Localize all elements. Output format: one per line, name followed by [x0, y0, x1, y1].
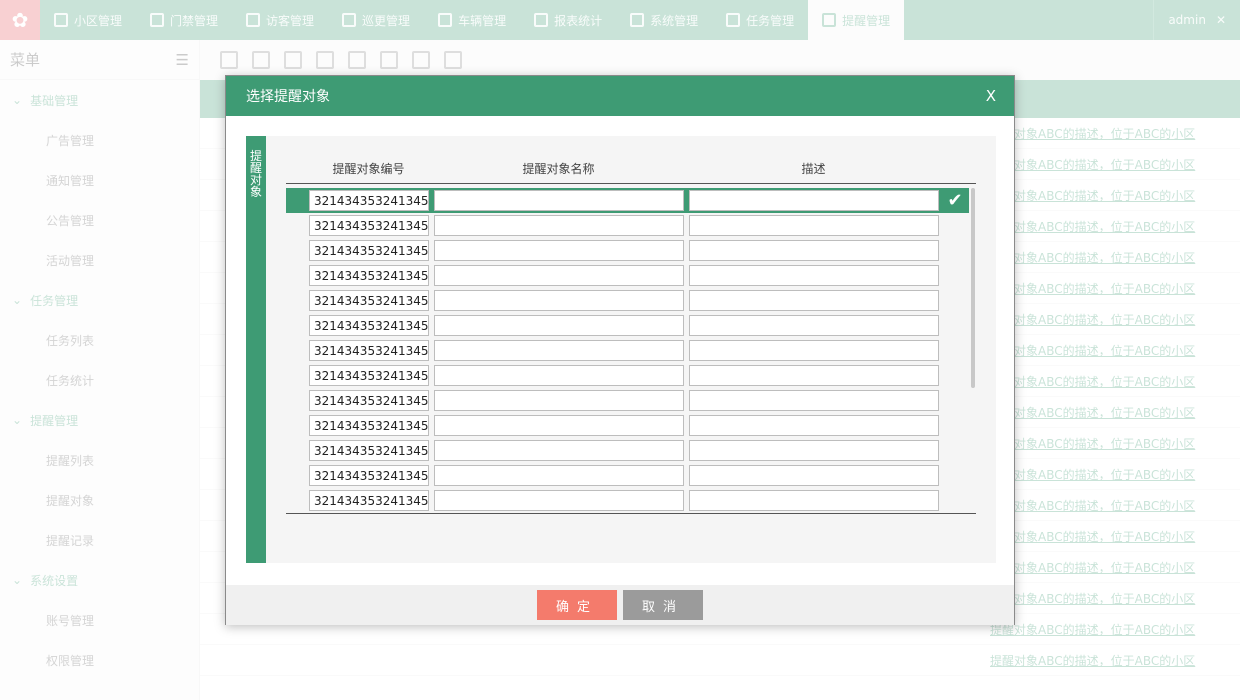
target-code-field[interactable]: 321434353241345 — [309, 490, 429, 511]
target-desc-field[interactable] — [689, 340, 939, 361]
target-name-field[interactable] — [434, 465, 684, 486]
target-code-field[interactable]: 321434353241345 — [309, 340, 429, 361]
target-name-field[interactable] — [434, 265, 684, 286]
target-name-field[interactable] — [434, 215, 684, 236]
target-desc-field[interactable] — [689, 465, 939, 486]
target-code-field[interactable]: 321434353241345 — [309, 440, 429, 461]
target-code-field[interactable]: 321434353241345 — [309, 315, 429, 336]
grid-rows: 321434353241345 ✔ 321434353241345 321434353… — [286, 184, 976, 514]
target-desc-field[interactable] — [689, 215, 939, 236]
target-name-field[interactable] — [434, 490, 684, 511]
target-desc-field[interactable] — [689, 190, 939, 211]
target-code-field[interactable]: 321434353241345 — [309, 415, 429, 436]
target-grid: 提醒对象编号 提醒对象名称 描述 321434353241345 ✔ 3214343… — [286, 154, 976, 514]
side-label-text: 提醒对象 — [250, 149, 263, 199]
target-name-field[interactable] — [434, 440, 684, 461]
target-name-field[interactable] — [434, 240, 684, 261]
target-code-field[interactable]: 321434353241345 — [309, 290, 429, 311]
section-side-label: 提醒对象 — [246, 136, 266, 563]
grid-row[interactable]: 321434353241345 — [286, 363, 969, 388]
grid-row[interactable]: 321434353241345 — [286, 288, 969, 313]
grid-row[interactable]: 321434353241345 — [286, 388, 969, 413]
target-desc-field[interactable] — [689, 265, 939, 286]
grid-header: 提醒对象编号 提醒对象名称 描述 — [286, 154, 976, 184]
target-desc-field[interactable] — [689, 365, 939, 386]
select-reminder-target-dialog: 选择提醒对象 X 提醒对象 提醒对象编号 提醒对象名称 描述 321434353… — [225, 75, 1015, 625]
grid-row[interactable]: 321434353241345 ✔ — [286, 188, 969, 213]
target-code-field[interactable]: 321434353241345 — [309, 390, 429, 411]
checkmark-icon[interactable]: ✔ — [944, 190, 966, 211]
target-code-field[interactable]: 321434353241345 — [309, 265, 429, 286]
column-header-name: 提醒对象名称 — [522, 162, 595, 176]
confirm-button[interactable]: 确定 — [537, 590, 617, 620]
grid-scrollbar[interactable] — [971, 188, 975, 388]
target-desc-field[interactable] — [689, 415, 939, 436]
target-name-field[interactable] — [434, 190, 684, 211]
target-name-field[interactable] — [434, 315, 684, 336]
target-desc-field[interactable] — [689, 290, 939, 311]
column-header-code: 提醒对象编号 — [332, 162, 405, 176]
target-name-field[interactable] — [434, 415, 684, 436]
grid-row[interactable]: 321434353241345 — [286, 438, 969, 463]
target-desc-field[interactable] — [689, 240, 939, 261]
cancel-button[interactable]: 取消 — [623, 590, 703, 620]
dialog-body: 提醒对象 提醒对象编号 提醒对象名称 描述 321434353241345 ✔ 32… — [246, 136, 996, 563]
target-name-field[interactable] — [434, 290, 684, 311]
target-desc-field[interactable] — [689, 490, 939, 511]
grid-row[interactable]: 321434353241345 — [286, 263, 969, 288]
target-code-field[interactable]: 321434353241345 — [309, 190, 429, 211]
grid-row[interactable]: 321434353241345 — [286, 463, 969, 488]
target-desc-field[interactable] — [689, 390, 939, 411]
dialog-title: 选择提醒对象 — [246, 89, 330, 105]
grid-row[interactable]: 321434353241345 — [286, 413, 969, 438]
target-code-field[interactable]: 321434353241345 — [309, 365, 429, 386]
dialog-close-button[interactable]: X — [986, 87, 996, 105]
grid-row[interactable]: 321434353241345 — [286, 213, 969, 238]
target-desc-field[interactable] — [689, 440, 939, 461]
target-code-field[interactable]: 321434353241345 — [309, 240, 429, 261]
target-name-field[interactable] — [434, 365, 684, 386]
column-header-desc: 描述 — [801, 162, 826, 176]
target-name-field[interactable] — [434, 340, 684, 361]
target-code-field[interactable]: 321434353241345 — [309, 465, 429, 486]
target-name-field[interactable] — [434, 390, 684, 411]
target-code-field[interactable]: 321434353241345 — [309, 215, 429, 236]
target-desc-field[interactable] — [689, 315, 939, 336]
grid-row[interactable]: 321434353241345 — [286, 488, 969, 513]
grid-row[interactable]: 321434353241345 — [286, 338, 969, 363]
grid-row[interactable]: 321434353241345 — [286, 313, 969, 338]
dialog-header: 选择提醒对象 X — [226, 76, 1014, 116]
grid-row[interactable]: 321434353241345 — [286, 238, 969, 263]
dialog-footer: 确定 取消 — [226, 585, 1014, 625]
